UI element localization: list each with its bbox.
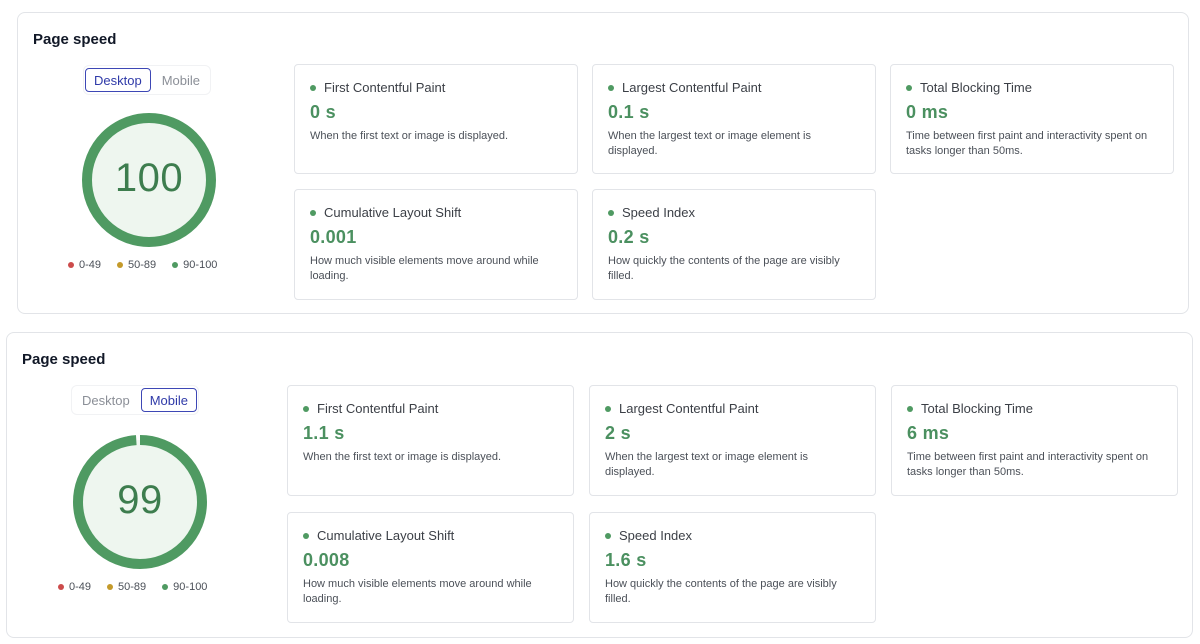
- status-dot-icon: [608, 209, 614, 216]
- metric-value: 0.008: [303, 550, 350, 570]
- metric-description: When the largest text or image element i…: [605, 451, 808, 478]
- legend-dot-orange: [107, 584, 114, 590]
- legend-label: 90-100: [183, 259, 218, 271]
- status-dot-icon: [310, 209, 316, 216]
- device-toggle: Desktop Mobile: [84, 66, 210, 94]
- legend-label: 0-49: [79, 259, 102, 271]
- score-gauge: 99: [72, 434, 208, 570]
- legend-dot-red: [58, 584, 64, 590]
- metric-description: When the first text or image is displaye…: [310, 130, 509, 142]
- metric-card-tbt: Total Blocking Time 0 ms Time between fi…: [890, 64, 1174, 174]
- page-speed-panel-desktop: Page speed Desktop Mobile 100 0-49 50-89…: [17, 12, 1189, 314]
- metric-label: Speed Index: [619, 528, 693, 543]
- status-dot-icon: [303, 532, 309, 539]
- score-legend: 0-49 50-89 90-100: [68, 259, 217, 271]
- performance-score: 100: [114, 156, 184, 200]
- legend-item-poor: 0-49: [68, 259, 101, 271]
- tab-desktop[interactable]: Desktop: [73, 388, 139, 412]
- metric-value: 0.1 s: [608, 102, 650, 122]
- legend-dot-green: [172, 262, 179, 268]
- tab-mobile[interactable]: Mobile: [153, 68, 209, 92]
- legend-item-poor: 0-49: [58, 581, 91, 593]
- metric-label: Cumulative Layout Shift: [324, 205, 462, 220]
- legend-label: 0-49: [69, 581, 92, 593]
- score-legend: 0-49 50-89 90-100: [58, 581, 207, 593]
- status-dot-icon: [310, 84, 316, 91]
- legend-item-average: 50-89: [107, 581, 146, 593]
- metric-label: Largest Contentful Paint: [622, 80, 762, 95]
- metric-card-fcp: First Contentful Paint 1.1 s When the fi…: [287, 385, 574, 496]
- legend-dot-orange: [117, 262, 124, 268]
- metric-label: Total Blocking Time: [920, 80, 1032, 95]
- legend-item-good: 90-100: [172, 259, 217, 271]
- metric-card-fcp: First Contentful Paint 0 s When the firs…: [294, 64, 578, 174]
- page-speed-panel-mobile: Page speed Desktop Mobile 99 0-49 50-89 …: [6, 332, 1193, 638]
- metric-value: 1.6 s: [605, 550, 647, 570]
- metric-description: Time between first paint and interactivi…: [906, 130, 1148, 157]
- status-dot-icon: [907, 405, 913, 412]
- panel-title: Page speed: [22, 351, 106, 368]
- metric-card-cls: Cumulative Layout Shift 0.001 How much v…: [294, 189, 578, 300]
- legend-dot-red: [68, 262, 74, 268]
- legend-item-good: 90-100: [162, 581, 207, 593]
- status-dot-icon: [608, 84, 614, 91]
- legend-label: 50-89: [128, 259, 157, 271]
- panel-title: Page speed: [33, 31, 117, 48]
- metric-card-lcp: Largest Contentful Paint 2 s When the la…: [589, 385, 876, 496]
- legend-label: 90-100: [173, 581, 208, 593]
- metric-label: First Contentful Paint: [317, 401, 439, 416]
- metric-label: Speed Index: [622, 205, 696, 220]
- metric-card-speed-index: Speed Index 1.6 s How quickly the conten…: [589, 512, 876, 623]
- metric-card-speed-index: Speed Index 0.2 s How quickly the conten…: [592, 189, 876, 300]
- status-dot-icon: [906, 84, 912, 91]
- tab-desktop[interactable]: Desktop: [85, 68, 151, 92]
- status-dot-icon: [605, 405, 611, 412]
- score-gauge: 100: [81, 112, 217, 248]
- status-dot-icon: [605, 532, 611, 539]
- metric-value: 0.001: [310, 227, 357, 247]
- metric-description: How much visible elements move around wh…: [303, 578, 532, 605]
- metric-description: How quickly the contents of the page are…: [608, 255, 840, 282]
- metric-card-tbt: Total Blocking Time 6 ms Time between fi…: [891, 385, 1178, 496]
- metric-value: 0 s: [310, 102, 336, 122]
- metric-value: 2 s: [605, 423, 631, 443]
- status-dot-icon: [303, 405, 309, 412]
- metric-label: Total Blocking Time: [921, 401, 1033, 416]
- metric-description: When the first text or image is displaye…: [303, 451, 502, 463]
- metric-description: How quickly the contents of the page are…: [605, 578, 837, 605]
- metric-description: How much visible elements move around wh…: [310, 255, 539, 282]
- legend-dot-green: [162, 584, 169, 590]
- device-toggle: Desktop Mobile: [72, 386, 198, 414]
- metric-label: First Contentful Paint: [324, 80, 446, 95]
- legend-label: 50-89: [118, 581, 147, 593]
- metric-description: Time between first paint and interactivi…: [907, 451, 1149, 478]
- legend-item-average: 50-89: [117, 259, 156, 271]
- metric-card-lcp: Largest Contentful Paint 0.1 s When the …: [592, 64, 876, 174]
- metric-value: 1.1 s: [303, 423, 345, 443]
- tab-mobile[interactable]: Mobile: [140, 388, 197, 412]
- metric-value: 0.2 s: [608, 227, 650, 247]
- metric-card-cls: Cumulative Layout Shift 0.008 How much v…: [287, 512, 574, 623]
- metric-description: When the largest text or image element i…: [608, 130, 811, 157]
- metric-label: Cumulative Layout Shift: [317, 528, 455, 543]
- metric-value: 0 ms: [906, 102, 949, 122]
- metric-value: 6 ms: [907, 423, 950, 443]
- metric-label: Largest Contentful Paint: [619, 401, 759, 416]
- performance-score: 99: [117, 478, 163, 522]
